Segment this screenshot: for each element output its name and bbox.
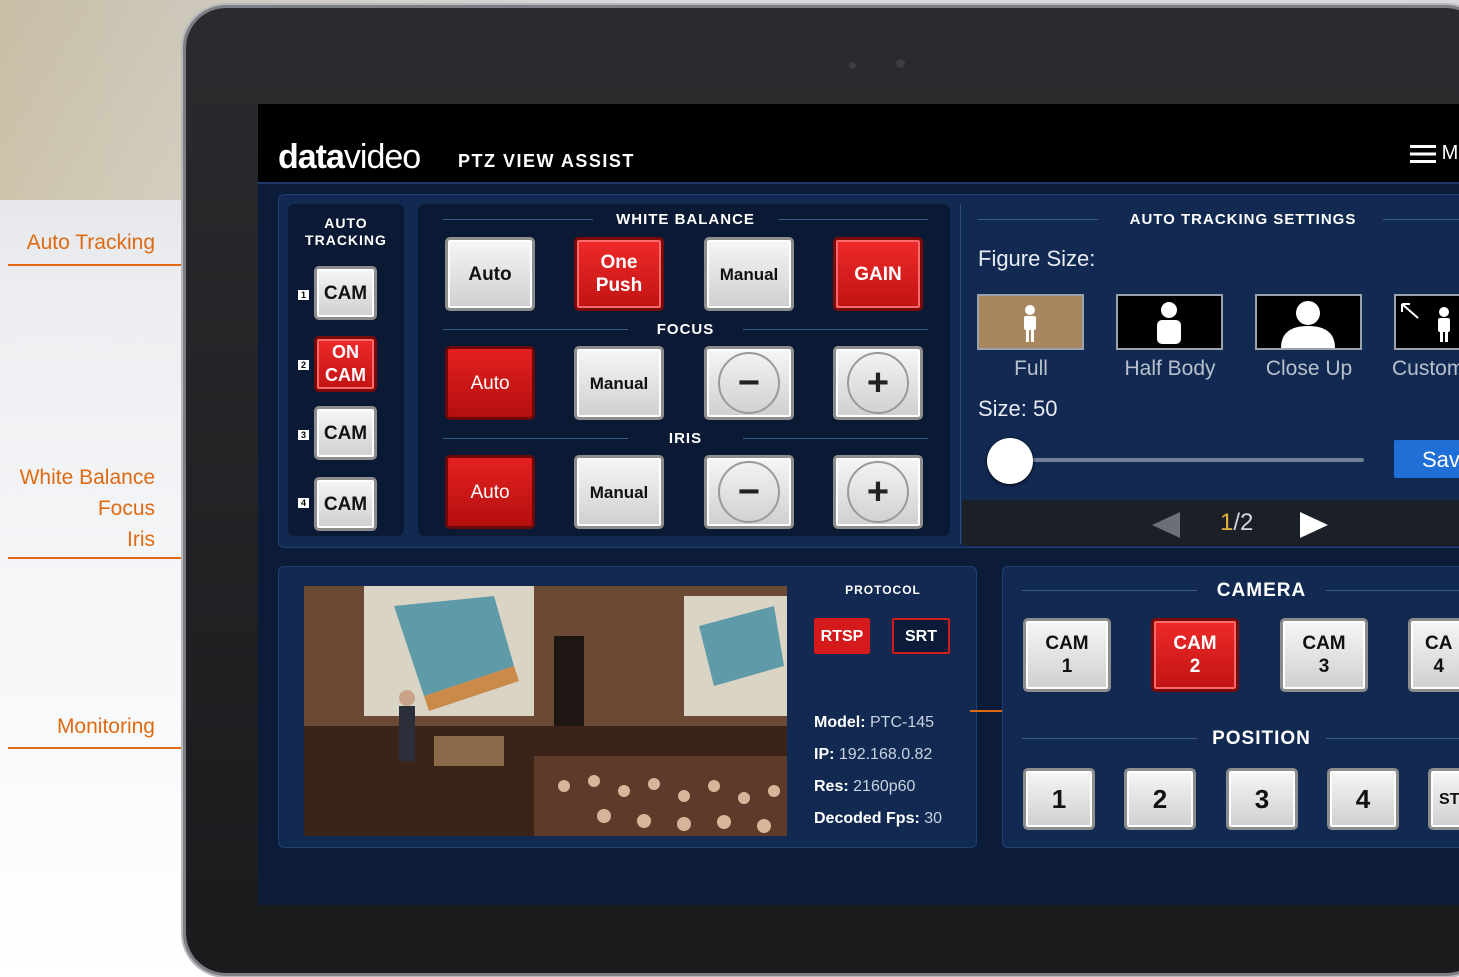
camera-rule-right <box>1326 590 1459 591</box>
auto-tracking-cam-2[interactable]: ON CAM <box>314 336 377 392</box>
app-screen: datavideo PTZ VIEW ASSIST M AUTO TRACKING… <box>258 104 1459 905</box>
position-store-button[interactable]: ST <box>1428 768 1459 830</box>
prev-page-icon[interactable] <box>1152 512 1180 538</box>
position-4-button[interactable]: 4 <box>1327 768 1399 830</box>
info-res: Res: 2160p60 <box>814 778 916 795</box>
iris-rule-right <box>743 438 928 439</box>
ats-rule-left <box>978 219 1098 220</box>
camera-4-button[interactable]: CA 4 <box>1408 618 1459 692</box>
iris-minus-button[interactable]: − <box>704 455 794 529</box>
wb-manual-button[interactable]: Manual <box>704 237 794 311</box>
wb-one-push-button[interactable]: One Push <box>574 237 664 311</box>
position-rule-right <box>1326 738 1459 739</box>
iris-title: IRIS <box>668 430 703 447</box>
iris-rule-left <box>443 438 628 439</box>
at-num-4: 4 <box>298 498 310 508</box>
camera-3-button[interactable]: CAM 3 <box>1280 618 1368 692</box>
callout-monitoring: Monitoring <box>56 715 155 738</box>
position-3-button[interactable]: 3 <box>1226 768 1298 830</box>
figure-half-body-button[interactable] <box>1116 294 1223 350</box>
save-button[interactable]: Sav <box>1394 440 1459 478</box>
at-num-2: 2 <box>298 360 310 370</box>
info-model: Model: PTC-145 <box>814 714 935 731</box>
size-slider-thumb[interactable] <box>987 438 1033 484</box>
position-title: POSITION <box>1212 728 1311 749</box>
menu-button[interactable]: M <box>1410 142 1458 165</box>
position-2-button[interactable]: 2 <box>1124 768 1196 830</box>
camera-title: CAMERA <box>1216 580 1307 601</box>
figure-size-label: Figure Size: <box>978 246 1096 271</box>
lecture-hall-image <box>304 586 787 836</box>
minus-icon: − <box>718 352 780 414</box>
figure-full-label: Full <box>1014 357 1048 380</box>
camera-1-button[interactable]: CAM 1 <box>1023 618 1111 692</box>
brand-logo: datavideo <box>278 138 421 176</box>
minus-icon: − <box>718 461 780 523</box>
app-title: PTZ VIEW ASSIST <box>458 151 635 171</box>
callout-auto-tracking: Auto Tracking <box>26 231 155 254</box>
callout-focus: Focus <box>97 497 155 520</box>
next-page-icon[interactable] <box>1300 512 1328 538</box>
callout-wb-focus-iris: White Balance Focus Iris <box>0 462 155 555</box>
iris-manual-button[interactable]: Manual <box>574 455 664 529</box>
auto-tracking-cam-1[interactable]: CAM <box>314 266 377 320</box>
wb-rule-right <box>778 219 928 220</box>
at-num-1: 1 <box>298 290 310 300</box>
size-slider-track[interactable] <box>1010 458 1364 462</box>
half-body-icon <box>1157 302 1181 344</box>
white-balance-title: WHITE BALANCE <box>616 211 755 228</box>
protocol-srt-button[interactable]: SRT <box>892 618 950 654</box>
custom-size-icon <box>1401 303 1450 342</box>
camera-rule-left <box>1022 590 1197 591</box>
close-up-icon <box>1281 301 1335 348</box>
wb-auto-button[interactable]: Auto <box>445 237 535 311</box>
focus-rule-left <box>443 329 628 330</box>
ats-rule-right <box>1383 219 1459 220</box>
iris-plus-button[interactable]: + <box>833 455 923 529</box>
figure-close-up-label: Close Up <box>1265 357 1353 380</box>
page-indicator: 1/2 <box>1220 509 1254 536</box>
focus-rule-right <box>743 329 928 330</box>
figure-custom-label: Custom <box>1392 357 1459 380</box>
figure-custom-button[interactable] <box>1394 294 1459 350</box>
protocol-rtsp-button[interactable]: RTSP <box>814 618 870 654</box>
iris-auto-button[interactable]: Auto <box>445 455 535 529</box>
callout-iris: Iris <box>127 528 155 551</box>
header-bar: datavideo PTZ VIEW ASSIST M <box>258 104 1459 184</box>
figure-half-body-label: Half Body <box>1124 357 1216 380</box>
wb-rule-left <box>443 219 593 220</box>
figure-close-up-button[interactable] <box>1255 294 1362 350</box>
auto-tracking-cam-4[interactable]: CAM <box>314 477 377 531</box>
focus-manual-button[interactable]: Manual <box>574 346 664 420</box>
focus-plus-button[interactable]: + <box>833 346 923 420</box>
plus-icon: + <box>847 461 909 523</box>
video-preview[interactable] <box>304 586 787 836</box>
info-ip: IP: 192.168.0.82 <box>814 746 933 763</box>
plus-icon: + <box>847 352 909 414</box>
wb-gain-button[interactable]: GAIN <box>833 237 923 311</box>
position-rule-left <box>1022 738 1197 739</box>
focus-auto-button[interactable]: Auto <box>445 346 535 420</box>
at-num-3: 3 <box>298 430 310 440</box>
info-decoded-fps: Decoded Fps: 30 <box>814 810 943 827</box>
front-camera <box>849 62 856 69</box>
callout-white-balance: White Balance <box>19 466 155 489</box>
auto-tracking-settings-title: AUTO TRACKING SETTINGS <box>1129 211 1357 228</box>
protocol-title: PROTOCOL <box>845 583 921 597</box>
full-body-icon <box>1024 305 1036 342</box>
size-label: Size: 50 <box>978 396 1058 421</box>
hamburger-icon <box>1410 144 1436 163</box>
auto-tracking-title: AUTO TRACKING <box>305 215 387 248</box>
position-1-button[interactable]: 1 <box>1023 768 1095 830</box>
auto-tracking-cam-3[interactable]: CAM <box>314 406 377 460</box>
figure-full-button[interactable] <box>977 294 1084 350</box>
pager-bar <box>962 500 1459 546</box>
focus-minus-button[interactable]: − <box>704 346 794 420</box>
focus-title: FOCUS <box>656 321 715 338</box>
front-sensor <box>896 59 905 68</box>
camera-2-button[interactable]: CAM 2 <box>1151 618 1239 692</box>
